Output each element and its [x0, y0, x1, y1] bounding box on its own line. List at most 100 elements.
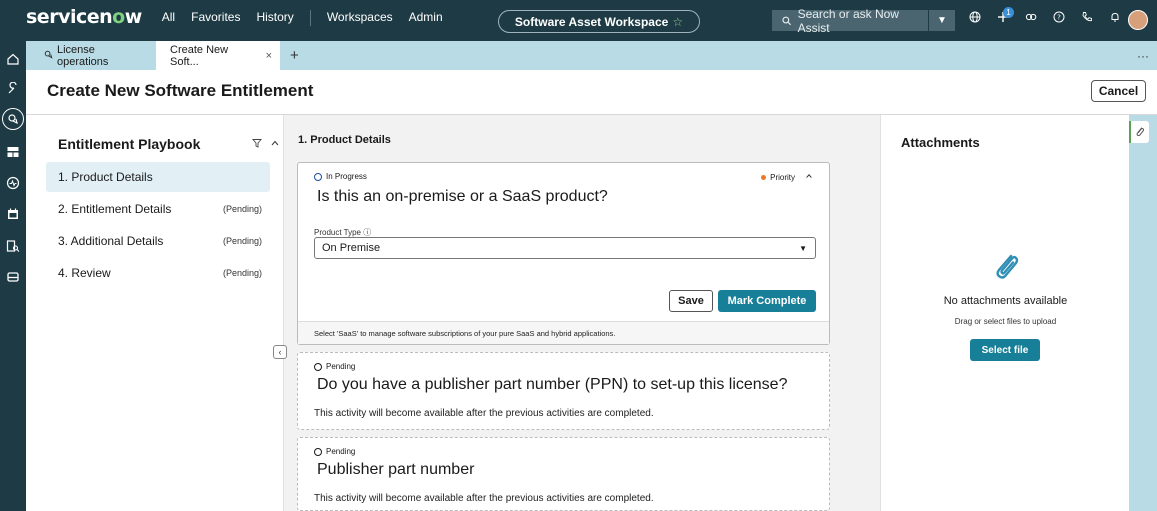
paperclip-icon	[1136, 127, 1145, 137]
priority-dot-icon	[761, 174, 767, 180]
svg-text:?: ?	[1057, 14, 1061, 22]
chevron-left-icon: ‹	[278, 347, 282, 357]
close-icon[interactable]: ×	[266, 50, 272, 62]
tab-license-operations[interactable]: License operations	[26, 41, 156, 70]
save-button[interactable]: Save	[669, 290, 713, 312]
calendar-icon[interactable]	[5, 206, 21, 222]
caret-down-icon: ▼	[799, 243, 807, 253]
paperclip-icon	[989, 249, 1023, 283]
activity-question: Is this an on-premise or a SaaS product?	[317, 188, 608, 205]
caret-down-icon: ▼	[937, 15, 947, 26]
activity-card-pending-ppn: Pending Do you have a publisher part num…	[297, 352, 830, 430]
chevron-up-icon[interactable]	[805, 172, 813, 182]
chevron-up-icon[interactable]	[270, 137, 280, 151]
status-badge: In Progress	[314, 172, 367, 181]
playbook-step-review[interactable]: 4. Review (Pending)	[46, 258, 270, 288]
status-badge: Pending	[314, 362, 355, 371]
playbook-step-additional-details[interactable]: 3. Additional Details (Pending)	[46, 226, 270, 256]
activity-note: This activity will become available afte…	[314, 408, 654, 419]
in-progress-icon	[314, 172, 322, 181]
activity-note: This activity will become available afte…	[314, 493, 654, 504]
playbook-title: Entitlement Playbook	[58, 136, 201, 152]
attachments-panel: Attachments No attachments available Dra…	[880, 115, 1129, 511]
nav-divider	[309, 9, 311, 26]
pending-icon	[314, 447, 322, 456]
tab-label: License operations	[57, 43, 109, 68]
step-label: 4. Review	[58, 266, 111, 280]
step-status: (Pending)	[222, 236, 262, 246]
status-text: In Progress	[326, 172, 367, 181]
notification-badge: 1	[1003, 7, 1014, 18]
activity-question: Publisher part number	[317, 461, 475, 478]
star-icon[interactable]: ☆	[672, 15, 683, 29]
workspace-title: Software Asset Workspace	[514, 14, 669, 29]
more-icon[interactable]: ···	[1137, 49, 1149, 63]
select-value: On Premise	[322, 242, 381, 254]
inbox-icon[interactable]	[5, 269, 21, 285]
step-status: (Pending)	[222, 204, 262, 214]
step-label: 1. Product Details	[58, 170, 153, 184]
nav-link-workspaces[interactable]: Workspaces	[327, 10, 393, 26]
select-file-button[interactable]: Select file	[970, 339, 1040, 361]
cancel-button[interactable]: Cancel	[1091, 80, 1146, 102]
filter-icon[interactable]	[252, 137, 262, 151]
top-navigation: servicenow All Favorites History Workspa…	[0, 0, 1157, 41]
search-scope-dropdown[interactable]: ▼	[929, 10, 955, 31]
nav-link-admin[interactable]: Admin	[409, 10, 443, 26]
activity-card-footer: Select 'SaaS' to manage software subscri…	[298, 321, 829, 344]
user-avatar[interactable]	[1128, 10, 1148, 30]
bell-icon[interactable]	[1107, 9, 1123, 25]
wrench-icon[interactable]	[5, 81, 21, 97]
priority-text: Priority	[770, 172, 795, 182]
license-operations-icon[interactable]	[2, 108, 24, 130]
status-text: Pending	[326, 362, 356, 371]
attachments-title: Attachments	[901, 135, 980, 150]
activity-question: Do you have a publisher part number (PPN…	[317, 376, 788, 393]
product-type-select[interactable]: On Premise ▼	[314, 237, 816, 259]
step-label: 3. Additional Details	[58, 234, 164, 248]
nav-link-history[interactable]: History	[256, 10, 293, 26]
report-search-icon[interactable]	[5, 238, 21, 254]
search-icon	[782, 16, 792, 25]
globe-icon[interactable]	[967, 9, 983, 25]
playbook-step-entitlement-details[interactable]: 2. Entitlement Details (Pending)	[46, 194, 270, 224]
pending-icon	[314, 362, 322, 371]
priority-indicator: Priority	[761, 172, 813, 182]
left-rail	[0, 41, 26, 511]
chat-icon[interactable]	[1023, 9, 1039, 25]
entitlement-playbook-panel: Entitlement Playbook 1. Product Details …	[26, 115, 284, 511]
step-label: 2. Entitlement Details	[58, 202, 172, 216]
playbook-step-product-details[interactable]: 1. Product Details	[46, 162, 270, 192]
no-attachments-text: No attachments available	[943, 295, 1068, 307]
tab-bar: License operations Create New Soft... × …	[26, 41, 1157, 70]
tab-label: Create New Soft...	[170, 43, 229, 68]
status-badge: Pending	[314, 447, 355, 456]
mark-complete-button[interactable]: Mark Complete	[718, 290, 816, 312]
dashboard-icon[interactable]	[5, 144, 21, 160]
search-input[interactable]: Search or ask Now Assist	[772, 7, 928, 35]
activity-card-pending-part-number: Pending Publisher part number This activ…	[297, 437, 830, 511]
attachments-tab[interactable]	[1129, 121, 1149, 143]
info-icon[interactable]: ⓘ	[363, 228, 371, 237]
servicenow-logo[interactable]: servicenow	[26, 6, 142, 28]
nav-icon-group: ?	[967, 9, 1123, 25]
page-header: Create New Software Entitlement Cancel	[26, 70, 1157, 115]
step-status: (Pending)	[222, 268, 262, 278]
tab-create-new-software[interactable]: Create New Soft... ×	[156, 41, 280, 70]
activity-card-active: In Progress Priority Is this an on-premi…	[297, 162, 830, 345]
right-rail	[1129, 115, 1157, 511]
home-icon[interactable]	[5, 51, 21, 67]
nav-link-favorites[interactable]: Favorites	[191, 10, 240, 26]
nav-link-all[interactable]: All	[162, 10, 175, 26]
main-content: 1. Product Details In Progress Priority …	[284, 115, 880, 511]
section-title: 1. Product Details	[298, 134, 391, 146]
phone-icon[interactable]	[1079, 9, 1095, 25]
collapse-panel-button[interactable]: ‹	[273, 345, 287, 359]
license-operations-icon	[44, 50, 53, 62]
page-title: Create New Software Entitlement	[47, 81, 314, 100]
add-tab-button[interactable]: +	[280, 41, 299, 70]
help-icon[interactable]: ?	[1051, 9, 1067, 25]
activity-icon[interactable]	[5, 175, 21, 191]
search-placeholder: Search or ask Now Assist	[797, 6, 899, 35]
workspace-title-pill[interactable]: Software Asset Workspace ☆	[498, 10, 700, 33]
